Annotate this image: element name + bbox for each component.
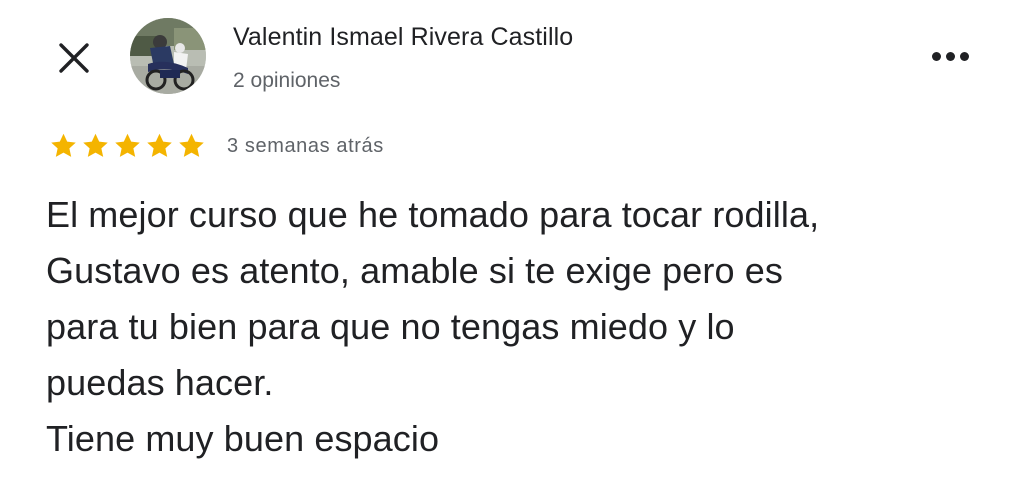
close-button[interactable] <box>54 38 94 78</box>
more-dot <box>959 51 969 61</box>
star-icon <box>179 133 204 157</box>
star-icon <box>83 133 108 157</box>
more-options-button[interactable] <box>926 38 974 74</box>
star-icon <box>147 133 172 157</box>
star-icon <box>51 133 76 157</box>
avatar-photo <box>130 18 206 94</box>
close-icon <box>59 43 89 73</box>
reviewer-avatar[interactable] <box>130 18 206 94</box>
review-detail-screen: Valentin Ismael Rivera Castillo 2 opinio… <box>0 0 1024 487</box>
reviewer-info[interactable]: Valentin Ismael Rivera Castillo 2 opinio… <box>233 22 573 94</box>
reviewer-name[interactable]: Valentin Ismael Rivera Castillo <box>233 22 573 52</box>
rating-row: 3 semanas atrás <box>48 131 384 161</box>
reviewer-review-count: 2 opiniones <box>233 69 341 92</box>
star-rating <box>48 131 207 161</box>
more-horizontal-icon <box>931 51 941 61</box>
more-dot <box>945 51 955 61</box>
review-text: El mejor curso que he tomado para tocar … <box>46 194 820 459</box>
star-icon <box>115 133 140 157</box>
review-date: 3 semanas atrás <box>227 134 384 157</box>
